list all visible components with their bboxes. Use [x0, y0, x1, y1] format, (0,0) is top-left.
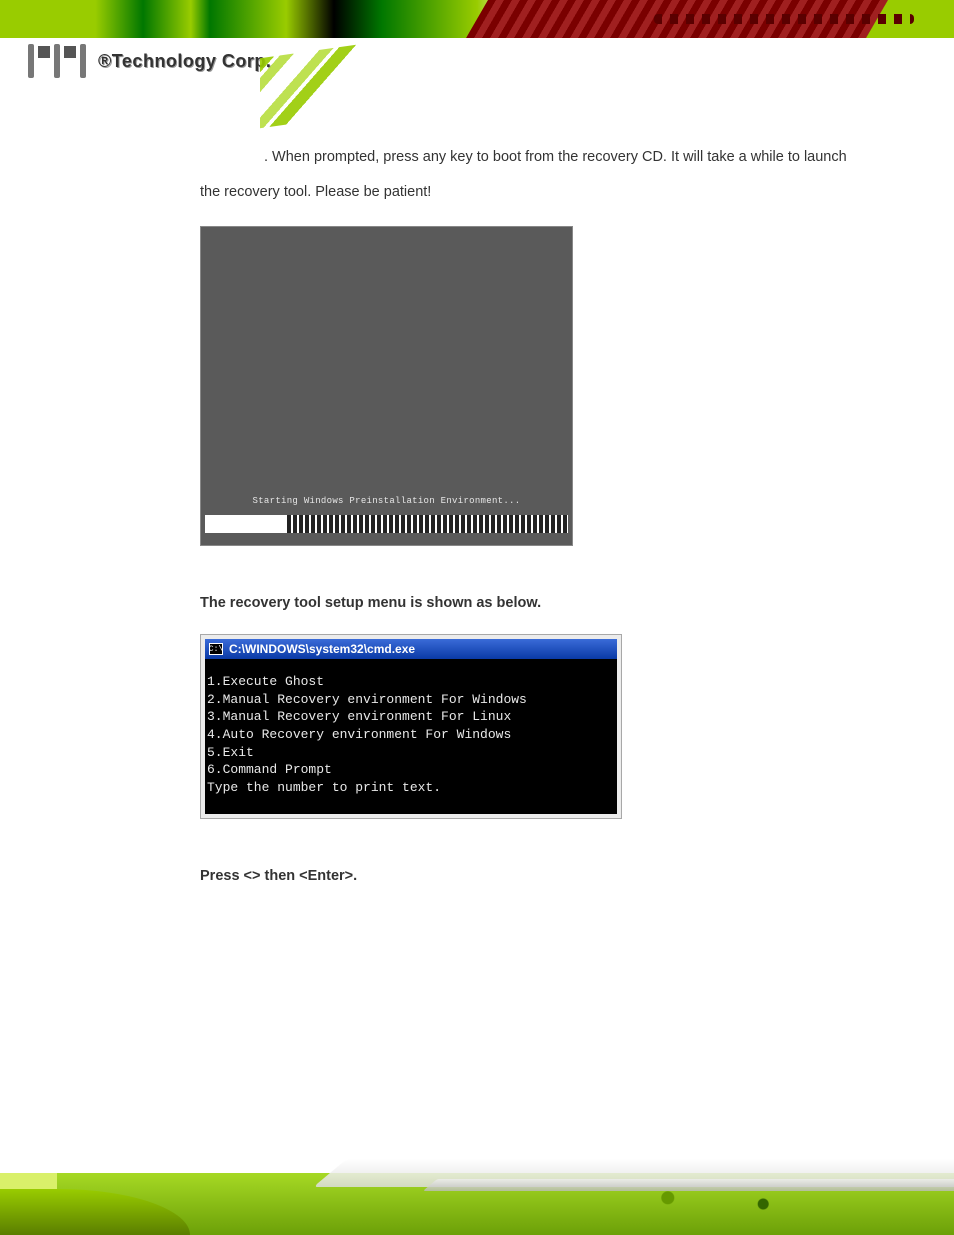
- header-banner: ®Technology Corp.: [0, 0, 954, 112]
- document-body: . When prompted, press any key to boot f…: [0, 112, 954, 894]
- brand-logo-row: ®Technology Corp.: [28, 44, 271, 78]
- boot-progress-bar: [205, 515, 568, 533]
- step-1: . When prompted, press any key to boot f…: [200, 140, 854, 210]
- boot-progress-caption: Starting Windows Preinstallation Environ…: [201, 491, 572, 513]
- cmd-body: 1.Execute Ghost 2.Manual Recovery enviro…: [205, 659, 617, 814]
- brand-logo-icon: [28, 44, 86, 78]
- step-2: The recovery tool setup menu is shown as…: [200, 586, 854, 621]
- footer-banner: [0, 1127, 954, 1235]
- brand-text: ®Technology Corp.: [98, 51, 271, 72]
- cmd-title: C:\WINDOWS\system32\cmd.exe: [229, 635, 415, 664]
- cmd-titlebar: C:\ C:\WINDOWS\system32\cmd.exe: [205, 639, 617, 659]
- cmd-icon: C:\: [209, 643, 223, 655]
- figure-boot-screenshot: Starting Windows Preinstallation Environ…: [200, 226, 573, 546]
- figure-cmd-screenshot: C:\ C:\WINDOWS\system32\cmd.exe 1.Execut…: [200, 634, 622, 819]
- step-3: Press <> then <Enter>.: [200, 859, 854, 894]
